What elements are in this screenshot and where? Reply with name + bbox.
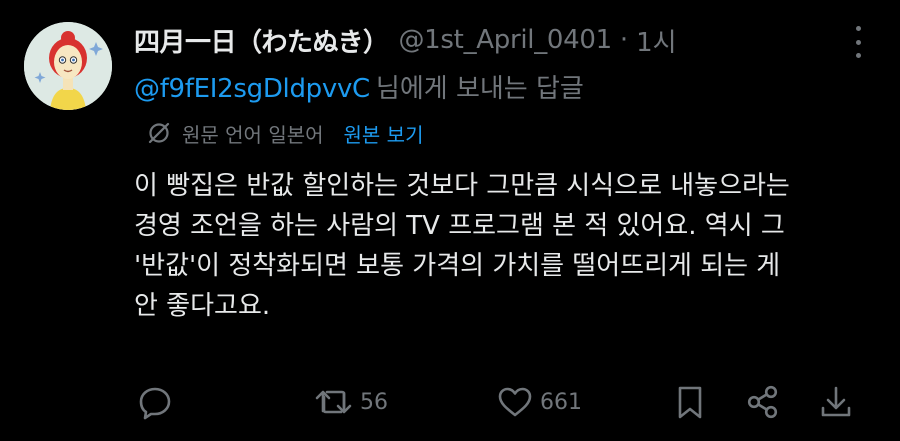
comment-icon [139, 387, 171, 420]
bookmark-icon [678, 386, 702, 419]
retweet-count: 56 [360, 389, 388, 415]
display-name[interactable]: 四月一日（わたぬき） [134, 22, 389, 59]
tweet-body-line: 경영 조언을 하는 사람의 TV 프로그램 본 적 있어요. 역시 그 [134, 211, 785, 241]
more-options-button[interactable] [848, 26, 868, 58]
tweet-body: 이 빵집은 반값 할인하는 것보다 그만큼 시식으로 내놓으라는 경영 조언을 … [134, 166, 874, 326]
like-button[interactable]: 661 [496, 380, 582, 424]
more-dot-icon [855, 26, 861, 31]
action-bar: 56 661 [134, 380, 874, 424]
reply-button[interactable] [136, 380, 174, 424]
tweet-body-line: 이 빵집은 반값 할인하는 것보다 그만큼 시식으로 내놓으라는 [134, 171, 790, 201]
avatar-illustration [24, 22, 112, 110]
download-icon [821, 386, 851, 417]
translation-label: 원문 언어 일본어 [182, 122, 324, 147]
translation-bar: 원문 언어 일본어 원본 보기 [146, 118, 423, 148]
translate-icon [148, 122, 170, 144]
heart-icon [498, 387, 532, 417]
more-dot-icon [855, 53, 861, 58]
more-dot-icon [855, 39, 861, 45]
like-count: 661 [540, 389, 582, 415]
avatar[interactable] [24, 22, 112, 110]
user-handle[interactable]: @1st_April_0401 [398, 25, 612, 55]
show-original-link[interactable]: 원본 보기 [344, 119, 424, 148]
retweet-icon [315, 390, 352, 414]
reply-context-label: 님에게 보내는 답글 [375, 74, 584, 104]
tweet-body-line: '반값'이 정착화되면 보통 가격의 가치를 떨어뜨리게 되는 게 [134, 251, 781, 281]
timestamp[interactable]: 1시 [636, 22, 676, 59]
bookmark-button[interactable] [674, 380, 706, 424]
tweet-body-line: 안 좋다고요. [134, 291, 271, 321]
share-button[interactable] [744, 380, 782, 424]
share-icon [747, 385, 778, 419]
reply-mention-link[interactable]: @f9fEI2sgDldpvvC [134, 74, 370, 104]
retweet-button[interactable]: 56 [314, 380, 388, 424]
tweet-header: 四月一日（わたぬき） @1st_April_0401 · 1시 [134, 22, 677, 58]
separator-dot: · [619, 25, 629, 55]
tweet: 四月一日（わたぬき） @1st_April_0401 · 1시 @f9fEI2s… [0, 0, 900, 441]
download-button[interactable] [818, 380, 854, 424]
reply-context: @f9fEI2sgDldpvvC 님에게 보내는 답글 [134, 68, 584, 105]
